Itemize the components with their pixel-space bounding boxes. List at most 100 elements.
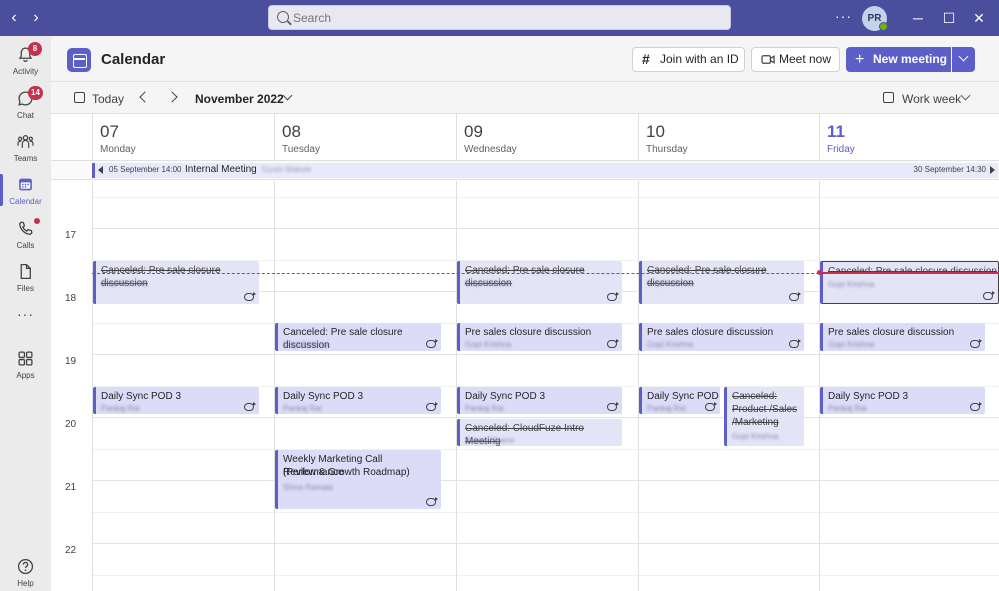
forward-arrow-icon[interactable]: ›: [26, 8, 46, 28]
search-icon: [277, 11, 289, 23]
video-camera-icon: [761, 55, 775, 64]
event-daily-sync[interactable]: Daily Sync POD 3 Pankaj Rai: [820, 387, 985, 414]
recurring-icon: [983, 291, 995, 300]
event-canceled-product-sales-marketing[interactable]: Canceled: Product /Sales /Marketing Gopi…: [724, 387, 804, 446]
view-switcher[interactable]: Work week: [902, 92, 961, 106]
recurring-icon: [244, 292, 256, 301]
day-header-thursday[interactable]: 10 Thursday: [638, 114, 819, 160]
event-canceled-pre-sale[interactable]: Canceled: Pre sale closure discussion Go…: [457, 261, 622, 304]
hour-label: 21: [65, 482, 77, 493]
rail-item-files[interactable]: Files: [0, 257, 51, 299]
day-header-tuesday[interactable]: 08 Tuesday: [274, 114, 456, 160]
app-rail: 8 Activity 14 Chat Teams Calendar Calls …: [0, 36, 51, 591]
today-calendar-icon: [74, 92, 85, 103]
ellipsis-icon: ···: [17, 306, 34, 322]
recurring-icon: [970, 402, 982, 411]
caret-right-icon: [990, 166, 995, 174]
event-pre-sales[interactable]: Pre sales closure discussion Gopi Krishn…: [457, 323, 622, 351]
calls-notification-dot: [34, 218, 40, 224]
plus-icon: +: [855, 51, 865, 68]
more-apps-ellipsis[interactable]: ···: [0, 304, 51, 328]
recurring-icon: [789, 292, 801, 301]
rail-item-chat[interactable]: 14 Chat: [0, 84, 51, 126]
chevron-down-icon[interactable]: [282, 90, 293, 101]
month-picker[interactable]: November 2022: [195, 92, 284, 106]
event-weekly-marketing-call[interactable]: Weekly Marketing Call (Performance Revie…: [275, 450, 441, 509]
event-daily-sync[interactable]: Daily Sync POD 3 Pankaj Rai: [93, 387, 259, 414]
current-time-dot: [817, 270, 822, 275]
search-input[interactable]: [293, 9, 713, 27]
event-daily-sync[interactable]: Daily Sync POD Pankaj Rai: [639, 387, 720, 414]
current-time-marker: [819, 272, 999, 274]
main-area: Calendar # Join with an ID Meet now + Ne…: [51, 36, 999, 591]
title-bar: ‹ › ··· PR ─ ☐ ✕: [0, 0, 999, 36]
close-icon[interactable]: ✕: [969, 8, 989, 28]
recurring-icon: [789, 339, 801, 348]
calendar-app-icon: [67, 48, 91, 72]
previous-week-icon[interactable]: [139, 91, 151, 103]
all-day-event[interactable]: 05 September 14:00 Internal Meeting Gyot…: [92, 163, 998, 178]
hour-label: 19: [65, 356, 77, 367]
hour-label: 22: [65, 545, 77, 556]
phone-icon: [18, 221, 33, 236]
rail-item-apps[interactable]: Apps: [0, 344, 51, 386]
hour-label: 18: [65, 293, 77, 304]
work-week-view-icon: [883, 92, 894, 103]
new-meeting-dropdown[interactable]: [952, 47, 975, 72]
event-daily-sync[interactable]: Daily Sync POD 3 Pankaj Rai: [457, 387, 622, 414]
recurring-icon: [244, 402, 256, 411]
chat-badge: 14: [28, 86, 43, 100]
recurring-icon: [426, 339, 438, 348]
event-pre-sales[interactable]: Pre sales closure discussion Gopi Krishn…: [820, 323, 985, 351]
event-canceled-pre-sale[interactable]: Canceled: Pre sale closure discussion Go…: [93, 261, 259, 304]
recurring-icon: [607, 339, 619, 348]
all-day-row: 05 September 14:00 Internal Meeting Gyot…: [51, 160, 999, 180]
search-box[interactable]: [268, 5, 731, 30]
recurring-icon: [607, 402, 619, 411]
rail-item-teams[interactable]: Teams: [0, 127, 51, 169]
calendar-icon: [19, 178, 32, 191]
chevron-down-icon[interactable]: [960, 90, 971, 101]
meet-now-button[interactable]: Meet now: [751, 47, 840, 72]
help-icon: [17, 558, 34, 575]
new-meeting-button[interactable]: + New meeting: [846, 47, 951, 72]
calendar-header: Calendar # Join with an ID Meet now + Ne…: [51, 36, 999, 82]
next-week-icon[interactable]: [166, 91, 178, 103]
activity-badge: 8: [28, 42, 42, 56]
rail-item-calls[interactable]: Calls: [0, 214, 51, 256]
recurring-icon: [607, 292, 619, 301]
teams-icon: [17, 135, 34, 148]
more-options-icon[interactable]: ···: [835, 8, 852, 24]
rail-item-activity[interactable]: 8 Activity: [0, 40, 51, 82]
hash-icon: #: [642, 51, 650, 67]
hour-label: 20: [65, 419, 77, 430]
event-pre-sale-tuesday[interactable]: Canceled: Pre sale closure discussion Go…: [275, 323, 441, 351]
event-daily-sync[interactable]: Daily Sync POD 3 Pankaj Rai: [275, 387, 441, 414]
time-grid: 17 18 19 20 21 22 Canceled: Pre sale clo…: [51, 181, 999, 591]
event-canceled-cloudfuze[interactable]: Canceled: CloudFuze Intro Meeting Sunny …: [457, 419, 622, 446]
hour-label: 17: [65, 230, 77, 241]
day-header-friday[interactable]: 11 Friday: [819, 114, 999, 160]
day-header-wednesday[interactable]: 09 Wednesday: [456, 114, 638, 160]
recurring-icon: [426, 497, 438, 506]
chevron-down-icon: [958, 51, 969, 62]
presence-available-icon: [879, 22, 888, 31]
rail-item-help[interactable]: Help: [0, 552, 51, 591]
calendar-toolbar: Today November 2022 Work week: [51, 82, 999, 114]
calendar-grid: 07 Monday 08 Tuesday 09 Wednesday 10 Thu…: [51, 114, 999, 591]
recurring-icon: [426, 402, 438, 411]
apps-icon: [18, 351, 33, 366]
file-icon: [20, 263, 31, 280]
event-canceled-pre-sale-selected[interactable]: Canceled: Pre sale closure discussion Go…: [820, 261, 999, 304]
rail-item-calendar[interactable]: Calendar: [0, 170, 51, 212]
day-header-monday[interactable]: 07 Monday: [92, 114, 274, 160]
join-with-id-button[interactable]: # Join with an ID: [632, 47, 745, 72]
recurring-icon: [970, 339, 982, 348]
event-pre-sales[interactable]: Pre sales closure discussion Gopi Krishn…: [639, 323, 804, 351]
back-arrow-icon[interactable]: ‹: [4, 8, 24, 28]
event-canceled-pre-sale[interactable]: Canceled: Pre sale closure discussion Go…: [639, 261, 804, 304]
today-button[interactable]: Today: [92, 92, 124, 106]
minimize-icon[interactable]: ─: [908, 8, 928, 28]
maximize-icon[interactable]: ☐: [939, 8, 959, 28]
recurring-icon: [705, 402, 717, 411]
